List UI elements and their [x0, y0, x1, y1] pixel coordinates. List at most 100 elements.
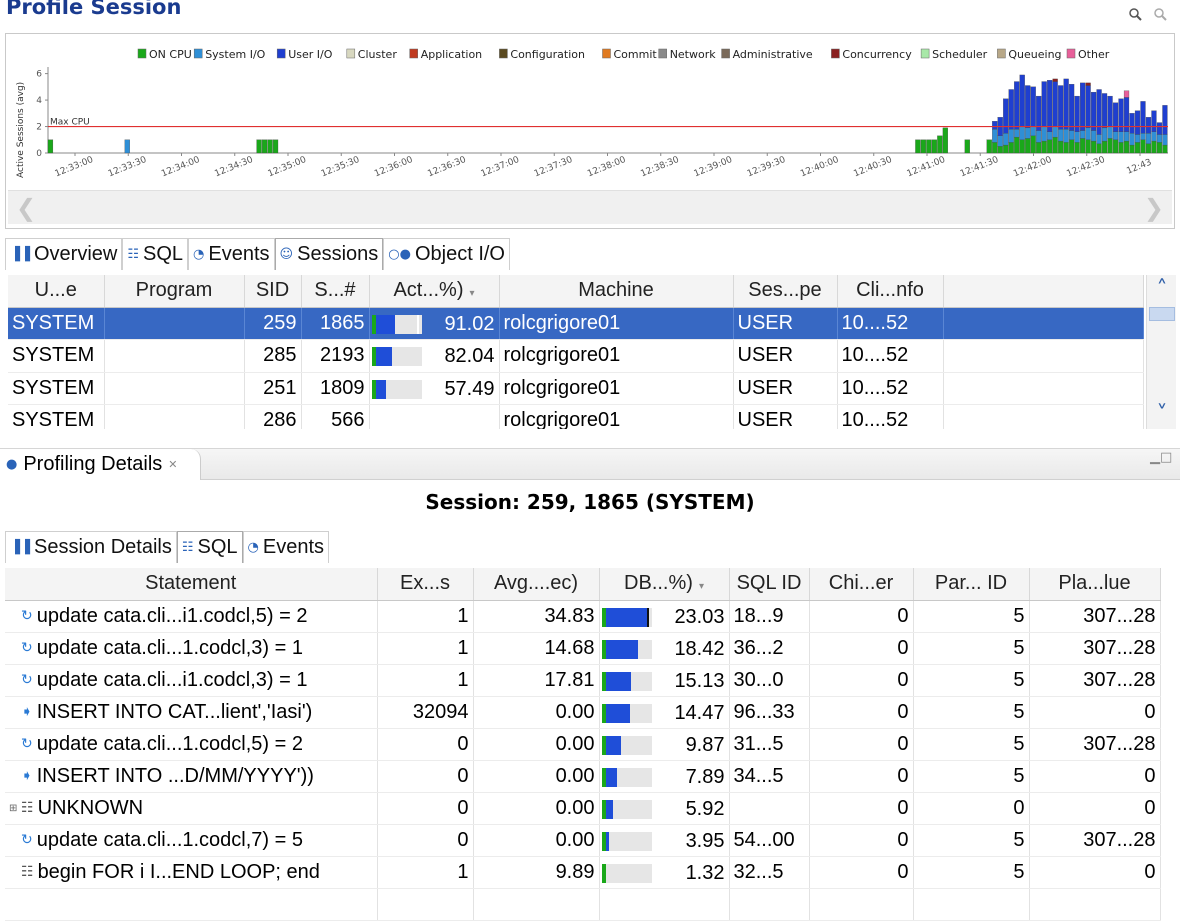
update-icon: ↻ [21, 832, 33, 848]
scroll-down-icon[interactable]: ˅ [1149, 402, 1175, 427]
expand-icon[interactable]: ⊞ [9, 803, 17, 814]
activity-bar [371, 347, 422, 366]
tab-sessions[interactable]: ☺ Sessions [274, 238, 384, 270]
legend-label: Cluster [358, 48, 398, 61]
cpu-segment [601, 863, 606, 883]
zoom-out-icon[interactable] [1153, 6, 1167, 21]
x-tick-label: 12:37:00 [480, 155, 521, 180]
sessions-column-header[interactable]: U...e [8, 275, 105, 308]
close-icon[interactable]: ✕ [168, 458, 177, 471]
scroll-thumb[interactable] [1149, 307, 1175, 321]
chart-bar [1014, 81, 1020, 130]
chart-bar [1047, 131, 1053, 140]
session-row[interactable]: SYSTEM 259 1865 91.02 rolcgrigore01 USER 10...… [8, 307, 1144, 340]
sql-row[interactable]: ↻ update cata.cli...1.codcl,7) = 5 0 0.00 3.… [5, 824, 1161, 857]
column-header-label: Chi...er [828, 572, 894, 595]
sessions-column-header[interactable]: SID [244, 275, 302, 308]
profiling-details-tab[interactable]: ● Profiling Details ✕ [0, 449, 201, 480]
statement-wrap: ➧ INSERT INTO CAT...lient','Iasi') [9, 701, 373, 724]
scroll-right-icon[interactable]: ❯ [1144, 196, 1164, 220]
sql-column-header[interactable]: Statement [5, 568, 378, 601]
legend-label: Administrative [733, 48, 813, 61]
sql-cell-plan: 0 [1029, 760, 1161, 793]
sql-row[interactable]: ↻ update cata.cli...i1.codcl,3) = 1 1 17.81… [5, 664, 1161, 697]
sql-column-header[interactable]: Ex...s [377, 568, 474, 601]
sql-row[interactable]: ➧ INSERT INTO ...D/MM/YYYY')) 0 0.00 7.89 34.… [5, 760, 1161, 793]
statement-text: INSERT INTO CAT...lient','Iasi') [36, 700, 313, 723]
sql-row[interactable]: ↻ update cata.cli...1.codcl,3) = 1 1 14.68 1… [5, 632, 1161, 665]
session-cell-program [104, 339, 245, 373]
sql-row[interactable]: ↻ update cata.cli...1.codcl,5) = 2 0 0.00 9.… [5, 728, 1161, 761]
sql-column-header[interactable]: SQL ID [729, 568, 810, 601]
sessions-vertical-scrollbar[interactable]: ˄ ˅ [1146, 275, 1176, 429]
sql-row[interactable]: ➧ INSERT INTO CAT...lient','Iasi') 32094 0.… [5, 696, 1161, 729]
legend-swatch [831, 48, 840, 59]
minimize-icon[interactable]: ▁□ [1150, 450, 1172, 465]
x-tick-label: 12:34:00 [160, 155, 201, 180]
statement-text: UNKNOWN [37, 796, 144, 819]
chart-horizontal-scrollbar[interactable]: ❮ ❯ [8, 190, 1172, 224]
sql-column-header[interactable]: Avg....ec) [473, 568, 600, 601]
sql-column-header[interactable]: DB...%) ▾ [599, 568, 730, 601]
chart-bar [1069, 130, 1075, 140]
chart-bar [1063, 142, 1069, 154]
sessions-column-header[interactable]: Program [104, 275, 245, 308]
sql-cell-sql_id: 96...33 [729, 696, 810, 729]
statement-wrap: ↻ update cata.cli...1.codcl,3) = 1 [9, 637, 373, 660]
sessions-table: U...e Program SID S...# Act...%) ▾ Machine Ses.… [8, 275, 1144, 429]
scroll-up-icon[interactable]: ˄ [1149, 277, 1175, 302]
zoom-in-icon[interactable] [1128, 6, 1142, 21]
db-time-value: 9.87 [685, 733, 725, 756]
legend-label: Other [1078, 48, 1110, 61]
tab-session-details[interactable]: ▐▐ Session Details [5, 531, 177, 563]
tab-sql[interactable]: ☷ SQL [122, 238, 189, 270]
sql-cell-sql_id: 36...2 [729, 632, 810, 665]
chart-bar [1019, 139, 1025, 154]
x-tick-label: 12:33:30 [107, 155, 148, 180]
chart-bar [1074, 142, 1080, 154]
empty-cell [1029, 888, 1161, 921]
sql-cell-avg: 14.68 [473, 632, 600, 665]
sql-column-header[interactable]: Par... ID [913, 568, 1030, 601]
session-row[interactable]: SYSTEM 251 1809 57.49 rolcgrigore01 USER 10...… [8, 372, 1144, 405]
sql-column-header[interactable]: Chi...er [809, 568, 914, 601]
db-time-value: 14.47 [674, 701, 725, 724]
tab-events[interactable]: ◔ Events [188, 238, 275, 270]
sql-row[interactable]: ⊞ ☷ UNKNOWN 0 0.00 5.92 0 0 0 [5, 792, 1161, 825]
db-time-bar [601, 831, 652, 851]
sessions-column-header[interactable]: Ses...pe [733, 275, 838, 308]
chart-bar [1052, 81, 1058, 127]
db-time-bar [601, 863, 652, 883]
tab-object-i-o[interactable]: ○● Object I/O [383, 238, 510, 270]
tab-events[interactable]: ◔ Events [242, 531, 330, 563]
x-tick-label: 12:35:30 [320, 155, 361, 180]
db-time-bar-marker [646, 607, 649, 627]
sql-cell-sql_id [729, 792, 810, 825]
active-sessions-chart[interactable]: ON CPU System I/O User I/O Cluster Applicati… [5, 33, 1175, 191]
sql-cell-parse: 5 [913, 600, 1030, 633]
x-tick-label: 12:40:30 [852, 155, 893, 180]
x-tick-label: 12:38:30 [639, 155, 680, 180]
sessions-column-header[interactable]: Machine [499, 275, 734, 308]
sessions-column-header[interactable]: Cli...nfo [837, 275, 944, 308]
sessions-column-header[interactable]: S...# [301, 275, 370, 308]
x-tick-label: 12:37:30 [533, 155, 574, 180]
session-row[interactable]: SYSTEM 285 2193 82.04 rolcgrigore01 USER 10...… [8, 339, 1144, 373]
chart-bar [1069, 139, 1075, 154]
sessions-column-header[interactable]: Act...%) ▾ [369, 275, 500, 308]
sql-column-header[interactable]: Pla...lue [1029, 568, 1161, 601]
chart-bar [1052, 126, 1058, 138]
scroll-left-icon[interactable]: ❮ [16, 196, 36, 220]
session-row[interactable]: SYSTEM 286 566 rolcgrigore01 USER 10....52 [8, 404, 1144, 429]
tab-sql[interactable]: ☷ SQL [176, 531, 243, 563]
chart-bar [1058, 140, 1064, 154]
chart-bar [1008, 89, 1014, 130]
chart-bar [1025, 138, 1031, 154]
chart-bar [1003, 133, 1009, 146]
tab-overview[interactable]: ▐▐ Overview [5, 238, 123, 270]
sql-row[interactable]: ↻ update cata.cli...i1.codcl,5) = 2 1 34.83… [5, 600, 1161, 633]
filler-cell [943, 404, 1144, 429]
sql-cell-statement: ↻ update cata.cli...i1.codcl,3) = 1 [5, 664, 378, 697]
sql-row[interactable]: ☷ begin FOR i I...END LOOP; end 1 9.89 1.32 3… [5, 856, 1161, 889]
update-icon: ↻ [21, 736, 33, 752]
